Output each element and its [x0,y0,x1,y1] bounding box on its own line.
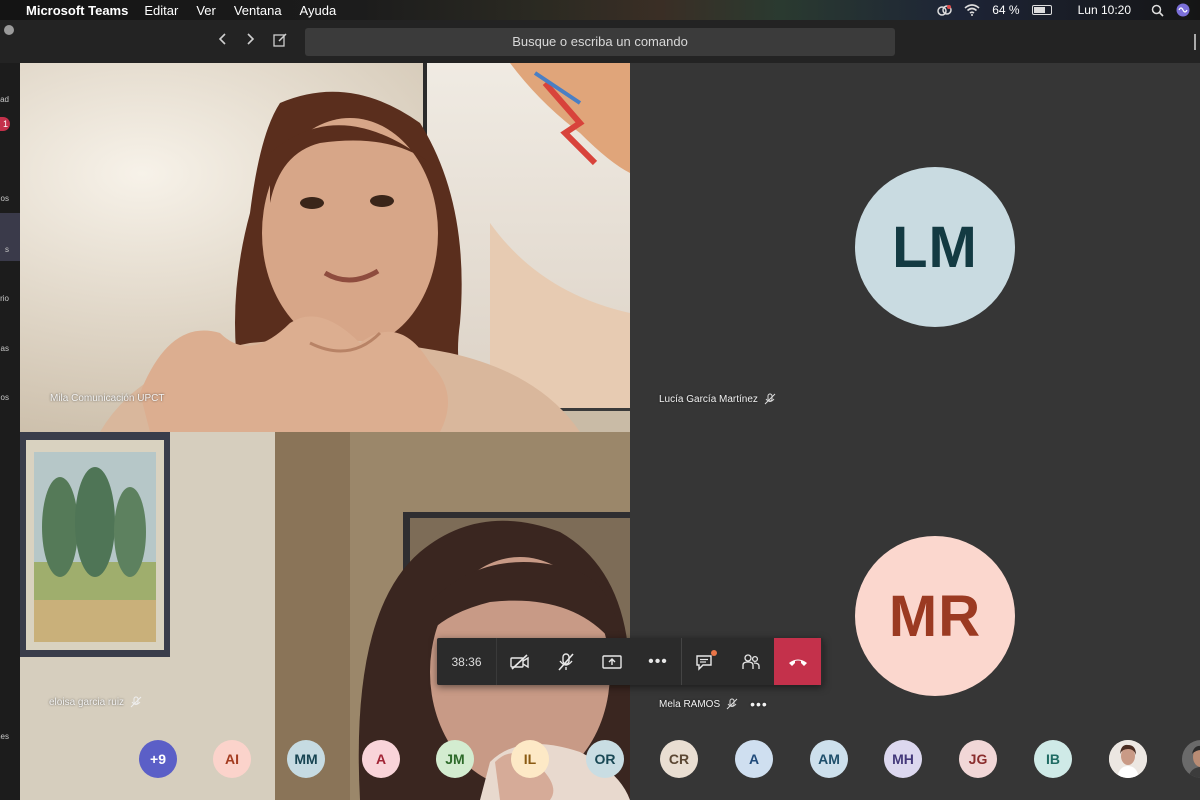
tile-name-row: Mela RAMOS ••• [659,696,768,712]
chip-label: A [748,751,760,767]
rail-item-apps[interactable]: ones [0,732,20,741]
tile-name-label: Mela RAMOS [659,698,721,710]
participant-chip[interactable]: CR [660,740,698,778]
rail-item-calendar[interactable]: rio [0,294,20,303]
participant-photo-chip[interactable] [1109,740,1147,778]
chip-label: AM [818,751,840,767]
chip-label: JG [968,751,988,767]
share-screen-button[interactable] [589,638,635,685]
participant-chip[interactable]: MM [287,740,325,778]
spotlight-search-icon[interactable] [1151,4,1164,17]
participant-chip[interactable]: AM [810,740,848,778]
avatar [1109,740,1147,778]
participant-avatar: LM [855,167,1015,327]
teams-titlebar: Busque o escriba un comando [0,20,1200,63]
participant-chip[interactable]: A [362,740,400,778]
more-actions-icon: ••• [648,652,668,670]
avatar-tile-lucia[interactable]: LM Lucía García Martínez [630,63,1200,432]
video-tile-mila[interactable]: Mila Comunicación UPCT [20,63,630,432]
participant-chip[interactable]: IL [511,740,549,778]
chip-label: CR [668,751,690,767]
menu-ver[interactable]: Ver [196,3,216,18]
chip-label: IB [1046,751,1060,767]
forward-icon[interactable] [240,32,260,52]
mic-muted-icon [726,698,738,710]
hang-up-button[interactable] [774,638,821,685]
show-participants-button[interactable] [728,638,774,685]
participant-chip[interactable]: MH [884,740,922,778]
battery-percent: 64 % [992,3,1020,17]
rail-item-activity[interactable]: ad [0,95,20,104]
chip-label: A [375,751,387,767]
participant-chip[interactable]: JG [959,740,997,778]
participant-chip[interactable]: JM [436,740,474,778]
back-icon[interactable] [213,32,233,52]
menu-ayuda[interactable]: Ayuda [300,3,337,18]
command-search-input[interactable]: Busque o escriba un comando [305,28,895,56]
battery-icon[interactable] [1031,5,1052,15]
call-duration: 38:36 [437,638,497,685]
camera-off-icon [510,653,529,670]
wifi-icon[interactable] [964,4,980,16]
participant-chip[interactable]: OR [586,740,624,778]
participant-video-feed [20,63,630,432]
chip-label: IL [523,751,537,767]
macos-menubar: Microsoft Teams Editar Ver Ventana Ayuda… [0,0,1200,20]
tile-name-label: eloisa garcia ruiz [49,696,125,708]
participants-icon [742,653,760,669]
participant-avatar: MR [855,536,1015,696]
camera-toggle-button[interactable] [497,638,543,685]
rail-item-calls[interactable]: as [0,344,20,353]
tile-name-label: Lucía García Martínez [659,393,758,405]
call-controls-bar: 38:36 ••• [437,638,823,685]
mic-muted-icon [764,393,776,405]
hang-up-icon [788,659,807,666]
participant-chip[interactable]: IB [1034,740,1072,778]
tile-name-label: Mila Comunicación UPCT [50,393,165,404]
rail-item-chat[interactable]: os [0,194,20,203]
menu-app-name[interactable]: Microsoft Teams [26,3,128,18]
mic-muted-icon [558,652,574,671]
mic-toggle-button[interactable] [543,638,589,685]
rail-activity-badge: 1 [0,117,10,131]
creative-cloud-icon[interactable] [936,4,952,16]
participant-chip[interactable]: AI [213,740,251,778]
more-participants-chip[interactable]: +9 [139,740,177,778]
app-rail: ad 1 os s rio as os ones [0,63,20,800]
show-conversation-button[interactable] [682,638,728,685]
rail-item-teams[interactable]: s [0,245,20,254]
chip-label: AI [225,751,239,767]
menu-editar[interactable]: Editar [144,3,178,18]
chip-label: JM [445,751,465,767]
clock[interactable]: Lun 10:20 [1078,3,1131,17]
more-actions-button[interactable]: ••• [635,638,681,685]
chip-label: MM [294,751,318,767]
menu-ventana[interactable]: Ventana [234,3,282,18]
share-screen-icon [602,654,622,669]
unread-dot-icon [711,650,717,656]
window-edge [1194,34,1200,50]
chip-label: OR [594,751,616,767]
chip-label: MH [892,751,914,767]
rail-item-files[interactable]: os [0,393,20,402]
new-chat-compose-icon[interactable] [270,32,290,52]
tile-more-options-icon[interactable]: ••• [750,696,768,712]
tile-name-row: Lucía García Martínez [659,393,776,405]
avatar-initials: MR [888,583,982,649]
participant-chip[interactable]: A [735,740,773,778]
mic-muted-icon [130,696,142,708]
chip-label: +9 [150,751,166,767]
avatar-initials: LM [892,214,978,280]
siri-icon[interactable] [1176,3,1190,17]
tile-name-row: eloisa garcia ruiz [49,696,142,708]
window-close-button[interactable] [4,25,14,35]
